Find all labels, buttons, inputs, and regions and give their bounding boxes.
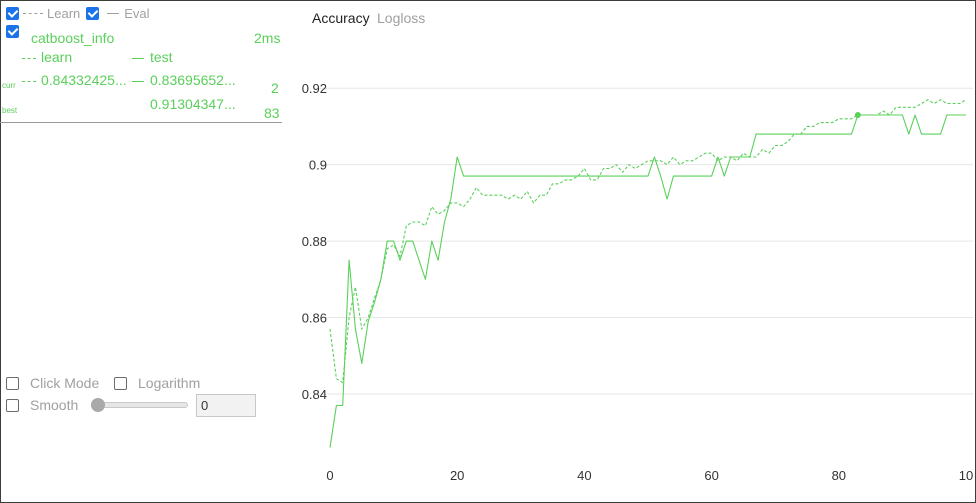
learn-toggle-checkbox[interactable] <box>6 6 19 20</box>
accuracy-chart[interactable]: 0.84 0.86 0.88 0.9 0.92 0 20 40 60 80 10 <box>283 40 973 495</box>
legend-toggles: Learn Eval <box>6 4 156 22</box>
x-tick-label: 10 <box>959 468 973 483</box>
smooth-slider-track[interactable] <box>92 402 188 408</box>
best-point-marker <box>854 111 861 118</box>
learn-dashed-line-icon <box>22 80 36 82</box>
divider <box>0 122 282 123</box>
best-row-label: best <box>2 106 18 115</box>
y-tick-label: 0.88 <box>302 234 327 249</box>
smooth-slider-handle[interactable] <box>91 398 105 412</box>
best-test-value: 0.91304347... <box>150 96 236 112</box>
eval-toggle-checkbox[interactable] <box>86 6 100 20</box>
x-tick-label: 60 <box>704 468 718 483</box>
tab-logloss[interactable]: Logloss <box>377 10 425 26</box>
smooth-control[interactable]: Smooth <box>6 397 78 413</box>
left-panel: Learn Eval catboost_info 2ms learn test … <box>0 0 282 501</box>
run-name: catboost_info <box>31 30 115 46</box>
curr-learn-value: 0.84332425... <box>22 72 127 88</box>
y-tick-label: 0.84 <box>302 387 327 402</box>
learn-dashed-line-icon <box>22 57 36 59</box>
logarithm-label: Logarithm <box>138 375 201 391</box>
smooth-label: Smooth <box>30 397 79 413</box>
x-tick-label: 80 <box>832 468 846 483</box>
curr-row-label: curr <box>2 81 16 90</box>
y-tick-label: 0.92 <box>302 81 327 96</box>
y-tick-label: 0.86 <box>302 311 327 326</box>
click-mode-control[interactable]: Click Mode <box>6 375 99 391</box>
smooth-checkbox[interactable] <box>6 398 19 412</box>
x-tick-label: 40 <box>577 468 591 483</box>
logarithm-control[interactable]: Logarithm <box>114 375 200 391</box>
learn-series-label: learn <box>22 49 72 65</box>
run-time: 2ms <box>254 30 281 46</box>
test-series-label: test <box>132 49 173 65</box>
eval-toggle-label: Eval <box>124 5 150 21</box>
best-iteration: 83 <box>264 105 280 121</box>
learn-series-text: learn <box>41 49 73 65</box>
y-tick-label: 0.9 <box>309 158 327 173</box>
test-solid-line-icon <box>132 57 144 59</box>
learn-dashed-line-icon <box>23 12 43 14</box>
tab-accuracy[interactable]: Accuracy <box>312 10 370 26</box>
curr-test-text: 0.83695652... <box>150 72 236 88</box>
x-tick-label: 20 <box>450 468 464 483</box>
smooth-value-input[interactable] <box>196 394 256 417</box>
curr-learn-text: 0.84332425... <box>41 72 127 88</box>
click-mode-checkbox[interactable] <box>6 376 19 390</box>
eval-solid-line-icon <box>107 12 120 14</box>
x-tick-label: 0 <box>326 468 333 483</box>
learn-toggle-label: Learn <box>47 5 81 21</box>
curr-test-value: 0.83695652... <box>132 72 236 88</box>
logarithm-checkbox[interactable] <box>114 376 127 390</box>
test-solid-line-icon <box>132 80 144 82</box>
click-mode-label: Click Mode <box>30 375 100 391</box>
test-series-text: test <box>150 49 173 65</box>
curr-iteration: 2 <box>271 80 279 96</box>
run-visibility-checkbox[interactable] <box>6 25 19 38</box>
